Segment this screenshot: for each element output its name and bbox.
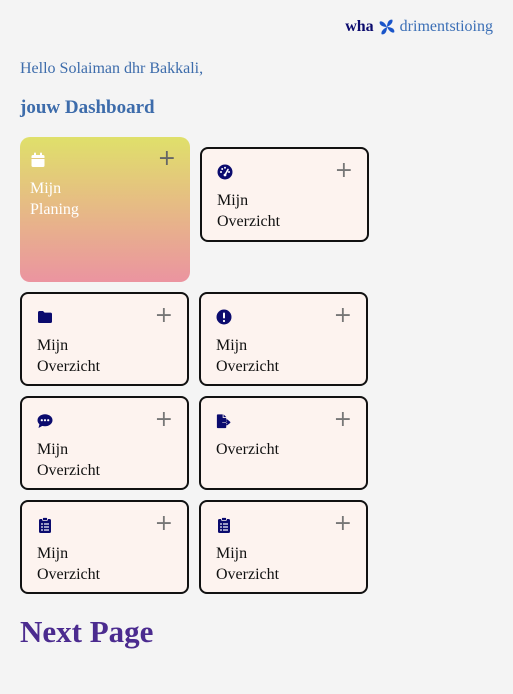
pinwheel-icon — [379, 19, 395, 35]
card-mijn-planning[interactable]: + Mijn Planing — [20, 137, 190, 282]
calendar-icon — [31, 152, 45, 167]
dashboard-gauge-icon — [217, 164, 233, 180]
add-icon[interactable]: + — [334, 409, 352, 431]
add-icon[interactable]: + — [335, 160, 353, 182]
card-mijn-overzicht-clipboard-2[interactable]: + Mijn Overzicht — [199, 500, 368, 594]
card-label: Mijn Overzicht — [217, 192, 281, 230]
brand-name-rest: drimentstioing — [399, 18, 493, 35]
card-label: Mijn Overzicht — [37, 545, 101, 583]
chat-bubble-icon — [37, 414, 53, 428]
add-icon[interactable]: + — [155, 513, 173, 535]
clipboard-list-icon — [218, 517, 230, 533]
brand-logo: wha drimentstioing — [345, 18, 493, 36]
card-label: Mijn Planing — [30, 180, 79, 218]
add-icon[interactable]: + — [334, 513, 352, 535]
add-icon[interactable]: + — [158, 148, 176, 170]
card-label: Mijn Overzicht — [37, 441, 101, 479]
card-mijn-overzicht-clipboard[interactable]: + Mijn Overzicht — [20, 500, 189, 594]
card-label: Mijn Overzicht — [37, 337, 101, 375]
card-mijn-overzicht-alert[interactable]: + Mijn Overzicht — [199, 292, 368, 386]
card-label: Overzicht — [216, 441, 280, 458]
file-export-icon — [216, 414, 231, 429]
add-icon[interactable]: + — [155, 409, 173, 431]
next-page-link[interactable]: Next Page — [20, 614, 153, 650]
card-mijn-overzicht-chat[interactable]: + Mijn Overzicht — [20, 396, 189, 490]
card-label: Mijn Overzicht — [216, 337, 280, 375]
card-mijn-overzicht-dashboard[interactable]: + Mijn Overzicht — [200, 147, 369, 242]
dashboard-title: jouw Dashboard — [20, 97, 155, 118]
add-icon[interactable]: + — [155, 305, 173, 327]
card-label: Mijn Overzicht — [216, 545, 280, 583]
greeting-text: Hello Solaiman dhr Bakkali, — [20, 60, 204, 77]
card-overzicht-export[interactable]: + Overzicht — [199, 396, 368, 490]
card-mijn-overzicht-folder[interactable]: + Mijn Overzicht — [20, 292, 189, 386]
exclamation-circle-icon — [216, 309, 232, 325]
add-icon[interactable]: + — [334, 305, 352, 327]
clipboard-list-icon — [39, 517, 51, 533]
brand-name-strong: wha — [345, 18, 374, 35]
folder-icon — [38, 311, 52, 323]
